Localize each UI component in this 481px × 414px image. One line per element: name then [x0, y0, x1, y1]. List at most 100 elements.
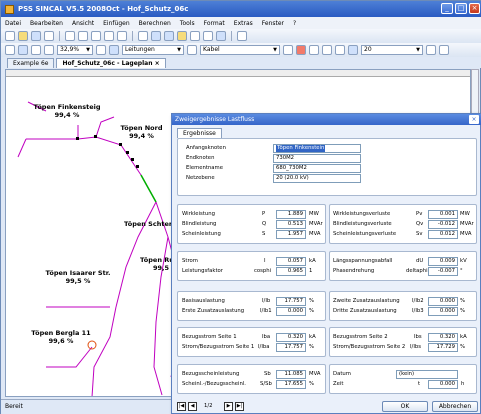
menu-berechnen[interactable]: Berechnen [139, 20, 171, 27]
layer-select[interactable]: Leitungen ▼ [122, 45, 184, 55]
layer-icon[interactable] [109, 45, 119, 55]
preview-icon[interactable] [78, 31, 88, 41]
element-type-icon[interactable] [187, 45, 197, 55]
close-icon[interactable]: × [155, 60, 160, 67]
menu-fenster[interactable]: Fenster [262, 20, 284, 27]
active-power-value[interactable]: 1.889 [276, 210, 306, 219]
reactive-loss-value[interactable]: -0.012 [428, 220, 458, 229]
ref-current-2-value[interactable]: 0.320 [428, 333, 458, 342]
time-value[interactable]: 0.000 [428, 380, 458, 389]
row-label: Basisauslastung [182, 298, 225, 304]
first-extra-load-value[interactable]: 0.000 [276, 307, 306, 316]
tab-lageplan[interactable]: Hof_Schutz_06c - Lageplan × [56, 58, 166, 68]
print-icon[interactable] [65, 31, 75, 41]
grid-toggle-icon[interactable] [31, 45, 41, 55]
dash-icon[interactable] [283, 45, 293, 55]
format-icon[interactable] [426, 45, 436, 55]
end-node-field[interactable]: 730M2 [273, 154, 361, 163]
zoom-select[interactable]: 32,9% ▼ [57, 45, 93, 55]
fill-icon[interactable] [309, 45, 319, 55]
row-unit: % [309, 308, 315, 314]
last-page-button[interactable]: ▶| [235, 402, 244, 411]
pointer-icon[interactable] [5, 45, 15, 55]
chart-icon[interactable] [190, 31, 200, 41]
grid-icon[interactable] [164, 31, 174, 41]
third-extra-load-value[interactable]: 0.000 [428, 307, 458, 316]
tab-ergebnisse[interactable]: Ergebnisse [177, 128, 222, 138]
row-symbol: S [262, 231, 266, 237]
menu-datei[interactable]: Datei [5, 20, 21, 27]
menu-tools[interactable]: Tools [180, 20, 195, 27]
reactive-power-value[interactable]: 0.513 [276, 220, 306, 229]
first-page-button[interactable]: |◀ [177, 402, 186, 411]
apparent-power-value[interactable]: 1.957 [276, 230, 306, 239]
start-node-field[interactable]: Töpen Finkenstein [273, 144, 361, 153]
menu-help[interactable]: ? [293, 20, 296, 27]
node-label-bergla[interactable]: Töpen Bergla 11 99,6 % [28, 329, 94, 345]
dialog-close-button[interactable]: × [469, 115, 479, 124]
next-page-button[interactable]: ▶ [224, 402, 233, 411]
maximize-button[interactable]: □ [455, 3, 467, 14]
line-width-icon[interactable] [348, 45, 358, 55]
second-extra-load-value[interactable]: 0.000 [428, 297, 458, 306]
font-icon[interactable] [335, 45, 345, 55]
ref-ratio-2-value[interactable]: 17.729 [428, 343, 458, 352]
line-width-select[interactable]: 20 ▼ [361, 45, 423, 55]
menu-einfuegen[interactable]: Einfügen [103, 20, 129, 27]
tab-example[interactable]: Example 6e [7, 58, 55, 68]
open-icon[interactable] [18, 31, 28, 41]
copy-icon[interactable] [104, 31, 114, 41]
row-unit: MVAr [460, 221, 474, 227]
power-ratio-value[interactable]: 17.655 [276, 380, 306, 389]
move-icon[interactable] [18, 45, 28, 55]
close-button[interactable]: × [469, 3, 480, 14]
element-name-field[interactable]: 680_730M2 [273, 164, 361, 173]
pan-icon[interactable] [96, 45, 106, 55]
row-unit: kA [460, 334, 467, 340]
node-label-schter[interactable]: Töpen Schter [118, 220, 178, 228]
phase-shift-value[interactable]: -0.007 [428, 267, 458, 276]
ruler [6, 70, 470, 77]
apparent-loss-value[interactable]: 0.012 [428, 230, 458, 239]
table-icon[interactable] [151, 31, 161, 41]
element-type-select[interactable]: Kabel ▼ [200, 45, 280, 55]
options-icon[interactable] [237, 31, 247, 41]
node-label-finkensteig[interactable]: Töpen Finkensteig 99,4 % [32, 103, 102, 119]
save-icon[interactable] [31, 31, 41, 41]
power-factor-value[interactable]: 0.965 [276, 267, 306, 276]
menu-format[interactable]: Format [204, 20, 225, 27]
export-icon[interactable] [216, 31, 226, 41]
zoom-icon[interactable] [44, 45, 54, 55]
menu-bearbeiten[interactable]: Bearbeiten [30, 20, 63, 27]
title-bar: PSS SINCAL V5.5 2008Oct - Hof_Schutz_06c [1, 1, 481, 17]
minimize-button[interactable]: _ [441, 3, 453, 14]
ref-power-value[interactable]: 11.085 [276, 370, 306, 379]
undo-icon[interactable] [138, 31, 148, 41]
cut-icon[interactable] [91, 31, 101, 41]
network-level-field[interactable]: 20 (20.0 kV) [273, 174, 361, 183]
ref-current-1-value[interactable]: 0.320 [276, 333, 306, 342]
end-node-label: Endknoten [186, 155, 215, 161]
date-field[interactable]: (kein) [396, 370, 458, 379]
cancel-button[interactable]: Abbrechen [432, 401, 478, 412]
paste-icon[interactable] [117, 31, 127, 41]
line-color-icon[interactable] [296, 45, 306, 55]
ref-ratio-1-value[interactable]: 17.757 [276, 343, 306, 352]
ok-button[interactable]: OK [382, 401, 428, 412]
voltage-drop-value[interactable]: 0.009 [428, 257, 458, 266]
node-label-isaarer[interactable]: Töpen Isaarer Str. 99,5 % [34, 269, 122, 285]
current-value[interactable]: 0.057 [276, 257, 306, 266]
menu-ansicht[interactable]: Ansicht [72, 20, 94, 27]
new-icon[interactable] [5, 31, 15, 41]
base-load-value[interactable]: 17.757 [276, 297, 306, 306]
style-icon[interactable] [322, 45, 332, 55]
app-icon [5, 4, 14, 14]
node-label-nord[interactable]: Töpen Nord 99,4 % [114, 124, 169, 140]
calculate-icon[interactable] [177, 31, 187, 41]
arrange-icon[interactable] [439, 45, 449, 55]
active-loss-value[interactable]: 0.001 [428, 210, 458, 219]
prev-page-button[interactable]: ◀ [188, 402, 197, 411]
search-icon[interactable] [44, 31, 54, 41]
tool-icon[interactable] [203, 31, 213, 41]
menu-extras[interactable]: Extras [234, 20, 253, 27]
